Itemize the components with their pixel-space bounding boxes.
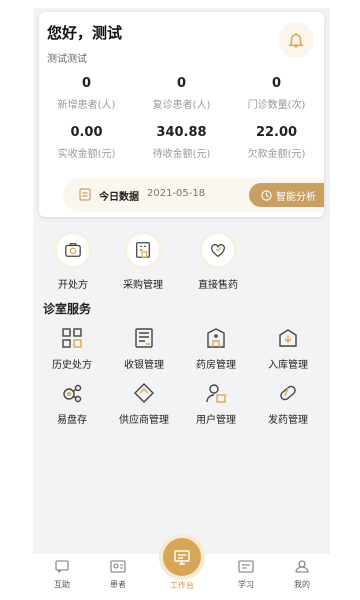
- nav-item-study[interactable]: 学习: [221, 558, 271, 590]
- quick-action-label: 采购管理: [123, 280, 163, 291]
- today-data-bar: 今日数据 2021-05-18 智能分析: [63, 178, 324, 212]
- workbench-icon: [174, 550, 190, 565]
- clinic-name: 测试测试: [47, 54, 87, 65]
- quick-action-label: 开处方: [58, 280, 88, 291]
- chat-icon: [55, 560, 69, 574]
- stat-value: 0: [176, 76, 187, 91]
- stat-value: 22.00: [255, 125, 298, 140]
- stat-label: 门诊数量(次): [247, 100, 306, 111]
- nav-item-workbench[interactable]: [163, 538, 201, 576]
- nav-label: 患者: [110, 580, 126, 589]
- stat-return-patients[interactable]: 0 复诊患者(人): [134, 76, 229, 111]
- service-user-management[interactable]: 用户管理: [179, 381, 253, 426]
- service-label: 发药管理: [268, 415, 308, 426]
- stat-label: 实收金额(元): [57, 149, 116, 160]
- quick-action-icon-wrap: [127, 234, 159, 266]
- nav-label: 学习: [238, 580, 254, 589]
- stat-value: 0.00: [70, 125, 103, 140]
- stat-new-patients[interactable]: 0 新增患者(人): [39, 76, 134, 111]
- quick-action-label: 直接售药: [198, 280, 238, 291]
- history-prescription-icon: [62, 328, 82, 348]
- supplier-icon: [134, 383, 154, 403]
- nav-item-patients[interactable]: 患者: [93, 558, 143, 590]
- notification-button[interactable]: [278, 22, 314, 58]
- quick-action-prescription[interactable]: 开处方: [43, 234, 103, 291]
- quick-action-icon-wrap: [202, 234, 234, 266]
- smart-analysis-button[interactable]: 智能分析: [249, 183, 324, 207]
- nav-label-workbench: 工作台: [170, 581, 194, 590]
- quick-action-sell-medicine[interactable]: 直接售药: [188, 234, 248, 291]
- service-label: 供应商管理: [119, 415, 169, 426]
- service-inventory[interactable]: 易盘存: [35, 381, 109, 426]
- service-label: 历史处方: [52, 360, 92, 371]
- nav-item-mutual-help[interactable]: 互助: [37, 558, 87, 590]
- calendar-list-icon: [79, 188, 91, 201]
- stat-visits[interactable]: 0 门诊数量(次): [229, 76, 324, 111]
- service-label: 用户管理: [196, 415, 236, 426]
- stats-grid: 0 新增患者(人) 0 复诊患者(人) 0 门诊数量(次) 0.00 实收金额(…: [39, 76, 324, 160]
- service-label: 收银管理: [124, 360, 164, 371]
- bell-icon: [288, 33, 304, 48]
- service-stock-in[interactable]: 入库管理: [251, 326, 325, 371]
- dispense-icon: [280, 385, 296, 401]
- service-history-prescription[interactable]: 历史处方: [35, 326, 109, 371]
- quick-action-purchase[interactable]: 采购管理: [113, 234, 173, 291]
- stat-label: 新增患者(人): [57, 100, 116, 111]
- greeting-title: 您好，测试: [47, 24, 123, 42]
- clock-icon: [261, 189, 272, 201]
- prescription-icon: [65, 243, 81, 257]
- quick-actions: 开处方 采购管理 直接售药: [33, 234, 330, 294]
- today-date: 2021-05-18: [147, 188, 206, 199]
- stat-label: 欠款金额(元): [247, 149, 306, 160]
- today-label: 今日数据: [99, 192, 139, 203]
- overview-card: 您好，测试 测试测试 0 新增患者(人) 0 复诊患者(人) 0 门诊数量(次)…: [39, 12, 324, 217]
- service-dispense[interactable]: 发药管理: [251, 381, 325, 426]
- clinic-services-title: 诊室服务: [43, 302, 92, 316]
- stat-label: 复诊患者(人): [152, 100, 211, 111]
- service-label: 入库管理: [268, 360, 308, 371]
- nav-item-profile[interactable]: 我的: [277, 558, 327, 590]
- nav-label: 我的: [294, 580, 310, 589]
- quick-action-icon-wrap: [57, 234, 89, 266]
- stat-value: 0: [271, 76, 282, 91]
- bottom-nav: 互助 患者 工作台 学习 我的: [33, 538, 330, 592]
- stock-in-icon: [279, 329, 297, 347]
- cashier-icon: [135, 328, 153, 348]
- stat-value: 0: [81, 76, 92, 91]
- inventory-icon: [63, 384, 82, 403]
- stat-label: 待收金额(元): [152, 149, 211, 160]
- app-screen: 您好，测试 测试测试 0 新增患者(人) 0 复诊患者(人) 0 门诊数量(次)…: [33, 8, 330, 592]
- patient-icon: [110, 560, 126, 573]
- study-icon: [238, 560, 254, 573]
- profile-icon: [295, 560, 309, 573]
- stat-value: 340.88: [156, 125, 207, 140]
- stat-received[interactable]: 0.00 实收金额(元): [39, 125, 134, 160]
- service-pharmacy[interactable]: 药房管理: [179, 326, 253, 371]
- stat-debt[interactable]: 22.00 欠款金额(元): [229, 125, 324, 160]
- service-label: 易盘存: [57, 415, 87, 426]
- nav-label: 互助: [54, 580, 70, 589]
- service-cashier[interactable]: 收银管理: [107, 326, 181, 371]
- sell-medicine-icon: [211, 243, 225, 258]
- service-label: 药房管理: [196, 360, 236, 371]
- purchase-icon: [136, 242, 150, 258]
- service-supplier[interactable]: 供应商管理: [107, 381, 181, 426]
- user-management-icon: [206, 384, 226, 403]
- stat-pending[interactable]: 340.88 待收金额(元): [134, 125, 229, 160]
- pharmacy-icon: [207, 328, 225, 348]
- smart-analysis-label: 智能分析: [276, 191, 316, 203]
